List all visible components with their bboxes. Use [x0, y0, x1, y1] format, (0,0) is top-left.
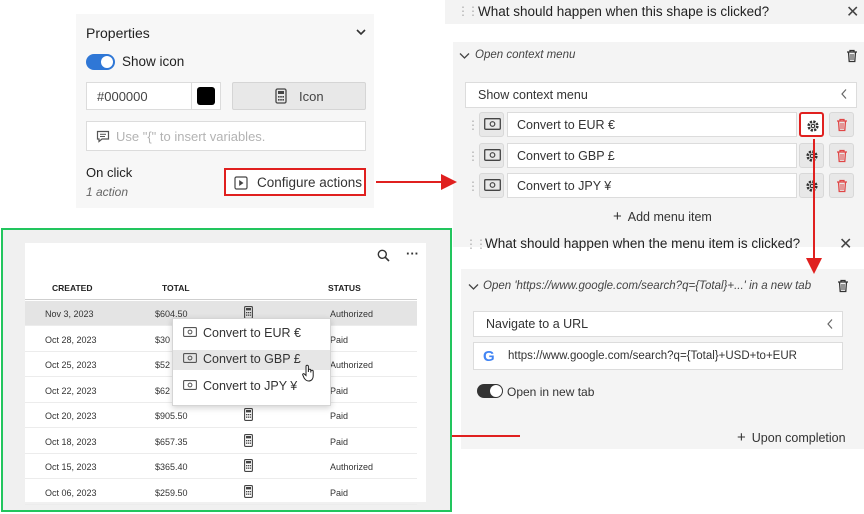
more-icon[interactable]: ··· — [406, 246, 419, 261]
table-row[interactable]: Oct 20, 2023 $905.50 Paid — [25, 403, 417, 428]
cell-total: $657.35 — [155, 436, 188, 447]
cell-total: $259.50 — [155, 487, 188, 498]
cell-created: Oct 25, 2023 — [45, 360, 97, 370]
cell-status: Paid — [330, 385, 349, 396]
table-row[interactable]: Oct 06, 2023 $259.50 Paid — [25, 480, 417, 505]
calculator-icon[interactable] — [244, 459, 253, 472]
cell-status: Authorized — [330, 360, 374, 370]
table-row[interactable]: Oct 15, 2023 $365.40 Authorized — [25, 454, 417, 479]
hand-cursor-icon — [302, 364, 316, 382]
context-menu-item-label: Convert to EUR € — [203, 326, 301, 340]
calculator-icon[interactable] — [244, 433, 253, 447]
cell-created: Oct 06, 2023 — [45, 487, 97, 498]
cell-status: Authorized — [330, 309, 374, 319]
money-icon — [183, 353, 197, 363]
cell-total: $905.50 — [155, 411, 188, 421]
cell-created: Oct 22, 2023 — [45, 385, 97, 396]
column-header-total[interactable]: TOTAL — [162, 283, 190, 293]
table-row[interactable]: Oct 18, 2023 $657.35 Paid — [25, 429, 417, 454]
cell-created: Oct 18, 2023 — [45, 436, 97, 447]
row-context-menu: Convert to EUR € Convert to GBP £ Conver… — [172, 318, 331, 406]
cell-total: $62 — [155, 385, 171, 396]
money-icon — [183, 380, 197, 390]
calculator-icon[interactable] — [244, 484, 253, 498]
cell-status: Paid — [330, 487, 349, 498]
column-header-created[interactable]: CREATED — [52, 283, 92, 293]
cell-status: Paid — [330, 436, 349, 447]
cell-status: Paid — [330, 411, 349, 421]
cell-created: Oct 28, 2023 — [45, 334, 97, 345]
cell-created: Nov 3, 2023 — [45, 309, 94, 319]
search-icon[interactable] — [377, 249, 390, 262]
cell-total: $365.40 — [155, 462, 188, 472]
cell-total: $52 — [155, 360, 171, 370]
calculator-icon[interactable] — [244, 408, 253, 421]
column-header-status[interactable]: STATUS — [328, 283, 361, 293]
cell-total: $30 — [155, 334, 171, 345]
cell-created: Oct 15, 2023 — [45, 462, 97, 472]
cell-status: Paid — [330, 334, 349, 345]
cell-status: Authorized — [330, 462, 374, 472]
money-icon — [183, 327, 197, 337]
context-menu-item-label: Convert to GBP £ — [203, 352, 301, 366]
context-menu-item-label: Convert to JPY ¥ — [203, 379, 298, 393]
cell-created: Oct 20, 2023 — [45, 411, 97, 421]
header-divider — [25, 299, 417, 300]
